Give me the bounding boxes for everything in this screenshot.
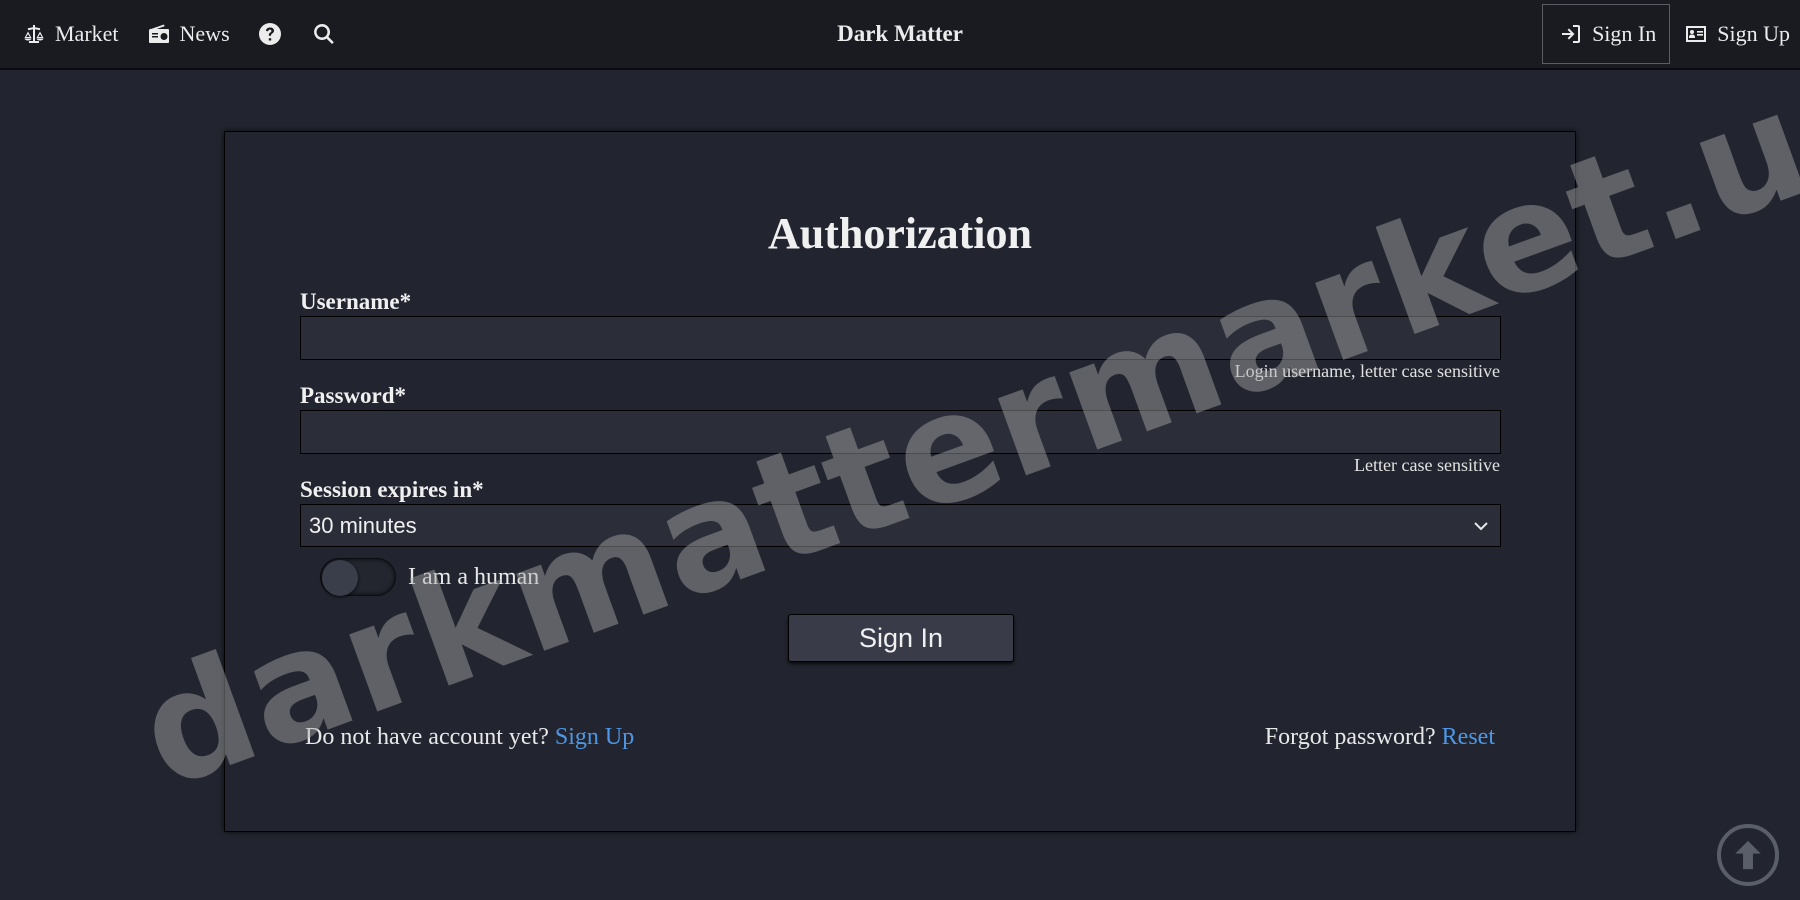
search-icon	[313, 24, 334, 44]
nav-market-label: Market	[55, 21, 119, 46]
nav-signup-label: Sign Up	[1717, 21, 1790, 46]
human-toggle-row: I am a human	[320, 558, 539, 596]
password-input[interactable]	[300, 410, 1501, 454]
arrow-up-icon	[1735, 840, 1761, 870]
human-toggle-label: I am a human	[408, 563, 540, 590]
chevron-down-icon	[1474, 522, 1488, 531]
forgot-password-prompt: Forgot password? Reset	[1265, 724, 1495, 751]
question-circle-icon	[258, 23, 281, 45]
username-hint: Login username, letter case sensitive	[1234, 361, 1500, 381]
username-input[interactable]	[300, 316, 1501, 360]
page-title: Authorization	[768, 209, 1032, 258]
no-account-text: Do not have account yet?	[305, 724, 549, 750]
id-card-icon	[1686, 26, 1707, 42]
human-toggle[interactable]	[320, 558, 396, 596]
password-hint: Letter case sensitive	[1354, 455, 1500, 475]
scroll-to-top-button[interactable]	[1717, 824, 1779, 886]
nav-signup-button[interactable]: Sign Up	[1684, 21, 1790, 47]
authorization-card: Authorization Username* Login username, …	[224, 131, 1576, 832]
session-label: Session expires in*	[300, 477, 484, 502]
signin-submit-button[interactable]: Sign In	[788, 614, 1014, 662]
nav-signin-label: Sign In	[1592, 21, 1657, 46]
username-label: Username*	[300, 289, 412, 314]
scale-icon	[24, 25, 44, 43]
password-label: Password*	[300, 383, 407, 408]
nav-right: Sign In Sign Up	[1542, 0, 1800, 68]
nav-market-link[interactable]: Market	[22, 21, 119, 47]
nav-news-label: News	[179, 21, 230, 46]
top-navbar: Market News Dark Matter Sign In Sign Up	[0, 0, 1800, 70]
nav-signin-button[interactable]: Sign In	[1542, 4, 1671, 64]
nav-left: Market News	[22, 0, 366, 68]
toggle-knob	[322, 560, 358, 596]
forgot-text: Forgot password?	[1264, 724, 1436, 750]
reset-link[interactable]: Reset	[1442, 724, 1495, 750]
signup-link[interactable]: Sign Up	[555, 724, 634, 750]
nav-help-link[interactable]	[258, 22, 282, 46]
signup-prompt: Do not have account yet? Sign Up	[305, 724, 634, 751]
radio-icon	[148, 24, 169, 43]
session-select-value: 30 minutes	[309, 512, 417, 538]
nav-news-link[interactable]: News	[147, 21, 230, 47]
nav-search-link[interactable]	[312, 22, 336, 46]
session-select[interactable]: 30 minutes	[300, 504, 1501, 547]
sign-in-icon	[1562, 25, 1581, 43]
